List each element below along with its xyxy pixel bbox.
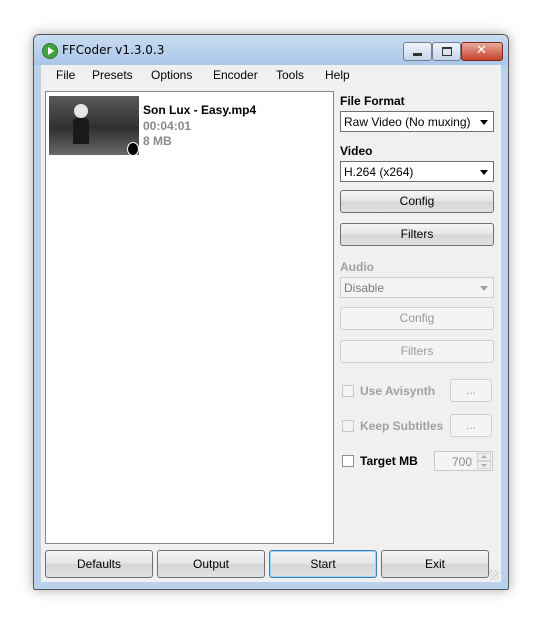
figure-body — [73, 118, 89, 144]
maximize-button[interactable] — [432, 42, 461, 61]
minimize-button[interactable] — [403, 42, 432, 61]
figure-head — [74, 104, 88, 118]
avisynth-browse-button[interactable]: ... — [450, 379, 492, 402]
target-mb-checkbox[interactable] — [342, 455, 354, 467]
menu-encoder[interactable]: Encoder — [213, 68, 258, 82]
start-button[interactable]: Start — [269, 550, 377, 578]
audio-value: Disable — [344, 281, 385, 295]
target-mb-value: 700 — [451, 455, 472, 469]
thumbnail-background — [49, 96, 139, 155]
file-format-select[interactable]: Raw Video (No muxing) — [340, 111, 494, 132]
video-config-button[interactable]: Config — [340, 190, 494, 213]
keep-subtitles-checkbox[interactable] — [342, 420, 354, 432]
menu-tools[interactable]: Tools — [276, 68, 304, 82]
file-duration: 00:04:01 — [143, 119, 192, 133]
video-label: Video — [340, 144, 373, 158]
keep-subtitles-label: Keep Subtitles — [360, 419, 444, 433]
file-type-icon — [127, 142, 139, 155]
file-list[interactable]: Son Lux - Easy.mp4 00:04:01 8 MB — [45, 91, 334, 544]
menu-help[interactable]: Help — [325, 68, 350, 82]
window-title: FFCoder v1.3.0.3 — [62, 43, 165, 57]
title-bar[interactable]: FFCoder v1.3.0.3 ✕ — [34, 35, 508, 65]
chevron-down-icon — [480, 170, 488, 175]
target-mb-label: Target MB — [360, 454, 418, 468]
client-area: File Presets Options Encoder Tools Help … — [41, 65, 501, 582]
chevron-down-icon — [480, 286, 488, 291]
video-filters-button[interactable]: Filters — [340, 223, 494, 246]
audio-config-button[interactable]: Config — [340, 307, 494, 330]
use-avisynth-checkbox[interactable] — [342, 385, 354, 397]
menu-file[interactable]: File — [56, 68, 75, 82]
video-codec-select[interactable]: H.264 (x264) — [340, 161, 494, 182]
defaults-button[interactable]: Defaults — [45, 550, 153, 578]
app-play-icon — [42, 43, 58, 59]
target-mb-stepper[interactable]: 700 — [434, 451, 493, 471]
audio-select[interactable]: Disable — [340, 277, 494, 298]
menu-presets[interactable]: Presets — [92, 68, 133, 82]
menu-bar: File Presets Options Encoder Tools Help — [41, 65, 501, 85]
audio-filters-button[interactable]: Filters — [340, 340, 494, 363]
use-avisynth-label: Use Avisynth — [360, 384, 436, 398]
output-button[interactable]: Output — [157, 550, 265, 578]
file-format-value: Raw Video (No muxing) — [344, 115, 471, 129]
app-window: FFCoder v1.3.0.3 ✕ File Presets Options … — [33, 34, 509, 590]
chevron-down-icon — [480, 120, 488, 125]
stepper-up-icon[interactable] — [477, 453, 491, 461]
thumbnail-figure — [71, 104, 91, 146]
close-icon: ✕ — [476, 43, 487, 58]
minimize-icon — [413, 53, 422, 56]
file-format-label: File Format — [340, 94, 405, 108]
video-thumbnail — [49, 96, 139, 155]
file-name: Son Lux - Easy.mp4 — [143, 103, 257, 117]
stepper-down-icon[interactable] — [477, 461, 491, 469]
audio-label: Audio — [340, 260, 374, 274]
subtitles-browse-button[interactable]: ... — [450, 414, 492, 437]
close-button[interactable]: ✕ — [461, 42, 503, 61]
file-size: 8 MB — [143, 134, 172, 148]
exit-button[interactable]: Exit — [381, 550, 489, 578]
maximize-icon — [442, 47, 452, 56]
resize-grip-icon[interactable] — [489, 570, 499, 580]
menu-options[interactable]: Options — [151, 68, 192, 82]
video-codec-value: H.264 (x264) — [344, 165, 414, 179]
